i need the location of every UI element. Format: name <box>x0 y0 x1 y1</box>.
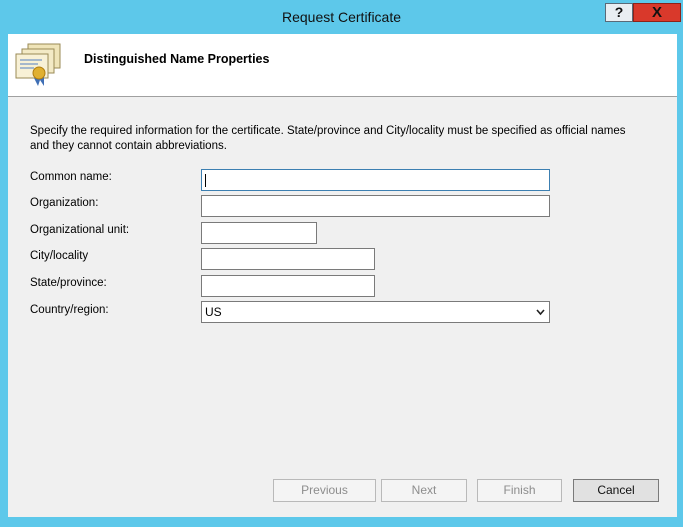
instructions-text: Specify the required information for the… <box>30 125 626 152</box>
dialog-window: Request Certificate ? X Distinguished Na… <box>0 0 683 527</box>
title-bar[interactable]: Request Certificate ? X <box>0 0 683 34</box>
country-select[interactable]: US <box>201 301 550 323</box>
common-name-label: Common name: <box>30 171 112 183</box>
finish-button[interactable]: Finish <box>477 479 562 502</box>
state-input[interactable] <box>201 275 375 297</box>
city-input[interactable] <box>201 248 375 270</box>
next-button[interactable]: Next <box>381 479 467 502</box>
page-title: Distinguished Name Properties <box>84 52 270 66</box>
state-label: State/province: <box>30 277 107 289</box>
dialog-client-area: Distinguished Name Properties Specify th… <box>8 34 677 517</box>
city-label: City/locality <box>30 250 89 262</box>
organization-input[interactable] <box>201 195 550 217</box>
country-value: US <box>205 305 222 319</box>
help-button[interactable]: ? <box>605 3 633 22</box>
org-unit-input[interactable] <box>201 222 317 244</box>
org-unit-label: Organizational unit: <box>30 224 130 236</box>
country-label: Country/region: <box>30 304 109 316</box>
common-name-input[interactable] <box>201 169 550 191</box>
window-title: Request Certificate <box>281 9 402 25</box>
close-button[interactable]: X <box>633 3 681 22</box>
text-caret <box>205 174 206 187</box>
cancel-button[interactable]: Cancel <box>573 479 659 502</box>
chevron-down-icon <box>536 309 545 316</box>
organization-label: Organization: <box>30 197 99 209</box>
certificate-icon <box>15 43 61 86</box>
previous-button[interactable]: Previous <box>273 479 376 502</box>
wizard-header: Distinguished Name Properties <box>8 34 677 97</box>
